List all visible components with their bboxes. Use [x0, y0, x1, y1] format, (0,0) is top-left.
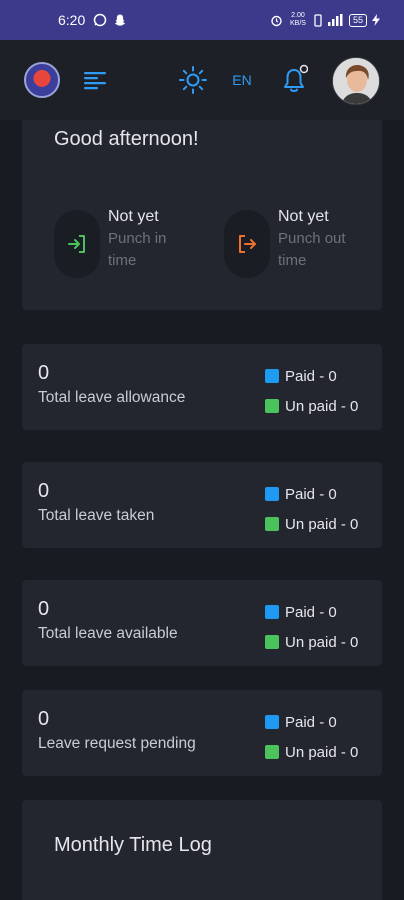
signal-icon	[327, 14, 344, 26]
network-speed: 2.00 KB/S	[290, 12, 306, 27]
punch-in-label: Punch in time	[108, 230, 167, 269]
leave-legend: Paid - 0 Un paid - 0	[265, 479, 358, 539]
paid-count: Paid - 0	[285, 603, 337, 621]
sun-icon	[179, 66, 207, 94]
leave-value: 0	[38, 708, 50, 730]
punch-out-button[interactable]	[224, 210, 270, 278]
menu-button[interactable]	[82, 68, 108, 92]
leave-legend: Paid - 0 Un paid - 0	[265, 597, 358, 657]
user-avatar[interactable]	[332, 57, 380, 105]
punch-in-button[interactable]	[54, 210, 100, 278]
paid-swatch	[265, 605, 279, 619]
snapchat-icon	[113, 13, 127, 27]
leave-card-allowance[interactable]: 0 Total leave allowance Paid - 0 Un paid…	[22, 344, 382, 430]
greeting-text: Good afternoon!	[54, 128, 199, 150]
language-button[interactable]: EN	[226, 70, 258, 90]
punch-out-status: Not yet	[278, 208, 329, 225]
unpaid-count: Un paid - 0	[285, 397, 359, 415]
leave-card-taken[interactable]: 0 Total leave taken Paid - 0 Un paid - 0	[22, 462, 382, 548]
leave-value: 0	[38, 362, 50, 384]
notifications-button[interactable]	[280, 64, 309, 96]
theme-toggle-button[interactable]	[178, 65, 208, 95]
paid-swatch	[265, 487, 279, 501]
leave-value: 0	[38, 480, 50, 502]
monthly-time-log-card: Monthly Time Log	[22, 800, 382, 900]
paid-count: Paid - 0	[285, 367, 337, 385]
status-bar: 6:20 2.00 KB/S 55	[0, 0, 404, 40]
login-icon	[68, 235, 85, 253]
punch-out-item[interactable]: Not yet Punch out time	[224, 206, 360, 278]
greeting-card: Good afternoon! Not yet Punch in time No…	[22, 120, 382, 310]
charging-icon	[372, 14, 380, 26]
status-time: 6:20	[58, 12, 86, 28]
unpaid-count: Un paid - 0	[285, 633, 359, 651]
dashboard-content: Good afternoon! Not yet Punch in time No…	[0, 120, 404, 900]
leave-legend: Paid - 0 Un paid - 0	[265, 707, 358, 767]
leave-card-available[interactable]: 0 Total leave available Paid - 0 Un paid…	[22, 580, 382, 666]
time-log-title: Monthly Time Log	[54, 834, 212, 856]
paid-swatch	[265, 715, 279, 729]
unpaid-count: Un paid - 0	[285, 743, 359, 761]
whatsapp-icon	[93, 13, 107, 27]
leave-label: Leave request pending	[38, 735, 196, 752]
leave-label: Total leave taken	[38, 507, 155, 524]
menu-icon	[84, 72, 106, 90]
unpaid-swatch	[265, 635, 279, 649]
punch-in-item[interactable]: Not yet Punch in time	[54, 206, 190, 278]
leave-label: Total leave allowance	[38, 389, 186, 406]
alarm-icon	[270, 14, 283, 27]
app-logo[interactable]	[24, 62, 60, 98]
leave-card-pending[interactable]: 0 Leave request pending Paid - 0 Un paid…	[22, 690, 382, 776]
punch-out-label: Punch out time	[278, 230, 346, 269]
vibrate-icon	[313, 13, 323, 27]
bell-icon	[284, 64, 309, 92]
logout-icon	[239, 235, 256, 253]
unpaid-swatch	[265, 517, 279, 531]
paid-swatch	[265, 369, 279, 383]
punch-in-status: Not yet	[108, 208, 159, 225]
unpaid-swatch	[265, 399, 279, 413]
paid-count: Paid - 0	[285, 713, 337, 731]
notification-dot	[299, 64, 309, 74]
leave-label: Total leave available	[38, 625, 178, 642]
unpaid-count: Un paid - 0	[285, 515, 359, 533]
paid-count: Paid - 0	[285, 485, 337, 503]
leave-legend: Paid - 0 Un paid - 0	[265, 361, 358, 421]
leave-value: 0	[38, 598, 50, 620]
battery-indicator: 55	[348, 13, 367, 27]
unpaid-swatch	[265, 745, 279, 759]
app-header: EN	[0, 40, 404, 120]
